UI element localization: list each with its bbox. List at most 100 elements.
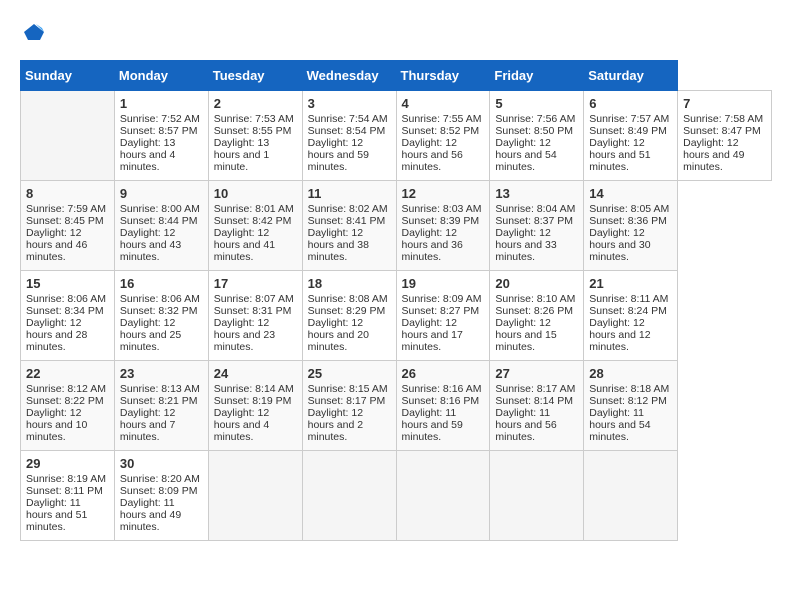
calendar-cell: 7Sunrise: 7:58 AMSunset: 8:47 PMDaylight… <box>678 91 772 181</box>
column-header-sunday: Sunday <box>21 61 115 91</box>
sunset-text: Sunset: 8:50 PM <box>495 125 573 137</box>
daylight-text: Daylight: 12 hours and 12 minutes. <box>589 317 650 353</box>
sunset-text: Sunset: 8:49 PM <box>589 125 667 137</box>
sunset-text: Sunset: 8:26 PM <box>495 305 573 317</box>
sunset-text: Sunset: 8:52 PM <box>402 125 480 137</box>
daylight-text: Daylight: 12 hours and 43 minutes. <box>120 227 181 263</box>
calendar-cell: 6 Sunrise: 7:57 AMSunset: 8:49 PMDaylight… <box>584 91 678 181</box>
calendar-cell: 26Sunrise: 8:16 AMSunset: 8:16 PMDayligh… <box>396 361 490 451</box>
calendar-cell: 10Sunrise: 8:01 AMSunset: 8:42 PMDayligh… <box>208 181 302 271</box>
calendar-cell: 27Sunrise: 8:17 AMSunset: 8:14 PMDayligh… <box>490 361 584 451</box>
calendar-cell: 16Sunrise: 8:06 AMSunset: 8:32 PMDayligh… <box>114 271 208 361</box>
day-number: 23 <box>120 366 203 381</box>
sunset-text: Sunset: 8:55 PM <box>214 125 292 137</box>
day-number: 6 <box>589 96 672 111</box>
calendar-cell: 1 Sunrise: 7:52 AMSunset: 8:57 PMDaylight… <box>114 91 208 181</box>
daylight-text: Daylight: 12 hours and 20 minutes. <box>308 317 369 353</box>
day-number: 15 <box>26 276 109 291</box>
sunrise-text: Sunrise: 8:13 AM <box>120 383 200 395</box>
sunrise-text: Sunrise: 8:10 AM <box>495 293 575 305</box>
day-number: 11 <box>308 186 391 201</box>
sunset-text: Sunset: 8:29 PM <box>308 305 386 317</box>
sunset-text: Sunset: 8:31 PM <box>214 305 292 317</box>
logo-icon <box>22 20 46 44</box>
daylight-text: Daylight: 11 hours and 49 minutes. <box>120 497 181 533</box>
day-number: 7 <box>683 96 766 111</box>
day-number: 9 <box>120 186 203 201</box>
sunrise-text: Sunrise: 8:15 AM <box>308 383 388 395</box>
daylight-text: Daylight: 12 hours and 10 minutes. <box>26 407 87 443</box>
day-number: 20 <box>495 276 578 291</box>
day-number: 12 <box>402 186 485 201</box>
sunrise-text: Sunrise: 7:59 AM <box>26 203 106 215</box>
calendar-cell <box>584 451 678 541</box>
daylight-text: Daylight: 12 hours and 51 minutes. <box>589 137 650 173</box>
calendar-cell: 21Sunrise: 8:11 AMSunset: 8:24 PMDayligh… <box>584 271 678 361</box>
sunrise-text: Sunrise: 8:19 AM <box>26 473 106 485</box>
daylight-text: Daylight: 12 hours and 38 minutes. <box>308 227 369 263</box>
daylight-text: Daylight: 12 hours and 36 minutes. <box>402 227 463 263</box>
day-number: 28 <box>589 366 672 381</box>
calendar-cell: 4 Sunrise: 7:55 AMSunset: 8:52 PMDaylight… <box>396 91 490 181</box>
daylight-text: Daylight: 12 hours and 49 minutes. <box>683 137 744 173</box>
sunset-text: Sunset: 8:11 PM <box>26 485 103 497</box>
daylight-text: Daylight: 12 hours and 59 minutes. <box>308 137 369 173</box>
day-number: 19 <box>402 276 485 291</box>
calendar-cell: 22Sunrise: 8:12 AMSunset: 8:22 PMDayligh… <box>21 361 115 451</box>
logo <box>20 20 46 44</box>
column-header-wednesday: Wednesday <box>302 61 396 91</box>
day-number: 14 <box>589 186 672 201</box>
sunrise-text: Sunrise: 8:05 AM <box>589 203 669 215</box>
sunset-text: Sunset: 8:21 PM <box>120 395 198 407</box>
calendar-cell <box>21 91 115 181</box>
sunrise-text: Sunrise: 7:58 AM <box>683 113 763 125</box>
daylight-text: Daylight: 13 hours and 4 minutes. <box>120 137 175 173</box>
sunset-text: Sunset: 8:42 PM <box>214 215 292 227</box>
daylight-text: Daylight: 12 hours and 33 minutes. <box>495 227 556 263</box>
daylight-text: Daylight: 12 hours and 23 minutes. <box>214 317 275 353</box>
day-number: 27 <box>495 366 578 381</box>
calendar-cell: 19Sunrise: 8:09 AMSunset: 8:27 PMDayligh… <box>396 271 490 361</box>
sunrise-text: Sunrise: 8:14 AM <box>214 383 294 395</box>
calendar-cell <box>208 451 302 541</box>
calendar-table: SundayMondayTuesdayWednesdayThursdayFrid… <box>20 60 772 541</box>
calendar-cell: 28Sunrise: 8:18 AMSunset: 8:12 PMDayligh… <box>584 361 678 451</box>
sunrise-text: Sunrise: 8:07 AM <box>214 293 294 305</box>
day-number: 5 <box>495 96 578 111</box>
calendar-cell: 12Sunrise: 8:03 AMSunset: 8:39 PMDayligh… <box>396 181 490 271</box>
calendar-cell <box>490 451 584 541</box>
calendar-cell: 30Sunrise: 8:20 AMSunset: 8:09 PMDayligh… <box>114 451 208 541</box>
daylight-text: Daylight: 12 hours and 41 minutes. <box>214 227 275 263</box>
sunrise-text: Sunrise: 7:57 AM <box>589 113 669 125</box>
sunset-text: Sunset: 8:17 PM <box>308 395 386 407</box>
day-number: 18 <box>308 276 391 291</box>
day-number: 13 <box>495 186 578 201</box>
day-number: 3 <box>308 96 391 111</box>
daylight-text: Daylight: 12 hours and 7 minutes. <box>120 407 175 443</box>
sunset-text: Sunset: 8:16 PM <box>402 395 480 407</box>
column-header-friday: Friday <box>490 61 584 91</box>
calendar-cell: 20 Sunrise: 8:10 AMSunset: 8:26 PMDayligh… <box>490 271 584 361</box>
sunrise-text: Sunrise: 8:12 AM <box>26 383 106 395</box>
daylight-text: Daylight: 12 hours and 17 minutes. <box>402 317 463 353</box>
calendar-cell: 25Sunrise: 8:15 AMSunset: 8:17 PMDayligh… <box>302 361 396 451</box>
sunrise-text: Sunrise: 8:01 AM <box>214 203 294 215</box>
day-number: 1 <box>120 96 203 111</box>
column-header-saturday: Saturday <box>584 61 678 91</box>
day-number: 4 <box>402 96 485 111</box>
day-number: 26 <box>402 366 485 381</box>
day-number: 24 <box>214 366 297 381</box>
sunrise-text: Sunrise: 7:55 AM <box>402 113 482 125</box>
sunrise-text: Sunrise: 8:06 AM <box>120 293 200 305</box>
sunset-text: Sunset: 8:41 PM <box>308 215 386 227</box>
sunset-text: Sunset: 8:57 PM <box>120 125 198 137</box>
sunset-text: Sunset: 8:14 PM <box>495 395 573 407</box>
sunrise-text: Sunrise: 7:52 AM <box>120 113 200 125</box>
sunrise-text: Sunrise: 8:00 AM <box>120 203 200 215</box>
day-number: 29 <box>26 456 109 471</box>
sunset-text: Sunset: 8:19 PM <box>214 395 292 407</box>
daylight-text: Daylight: 12 hours and 15 minutes. <box>495 317 556 353</box>
daylight-text: Daylight: 12 hours and 56 minutes. <box>402 137 463 173</box>
daylight-text: Daylight: 11 hours and 51 minutes. <box>26 497 87 533</box>
daylight-text: Daylight: 12 hours and 46 minutes. <box>26 227 87 263</box>
